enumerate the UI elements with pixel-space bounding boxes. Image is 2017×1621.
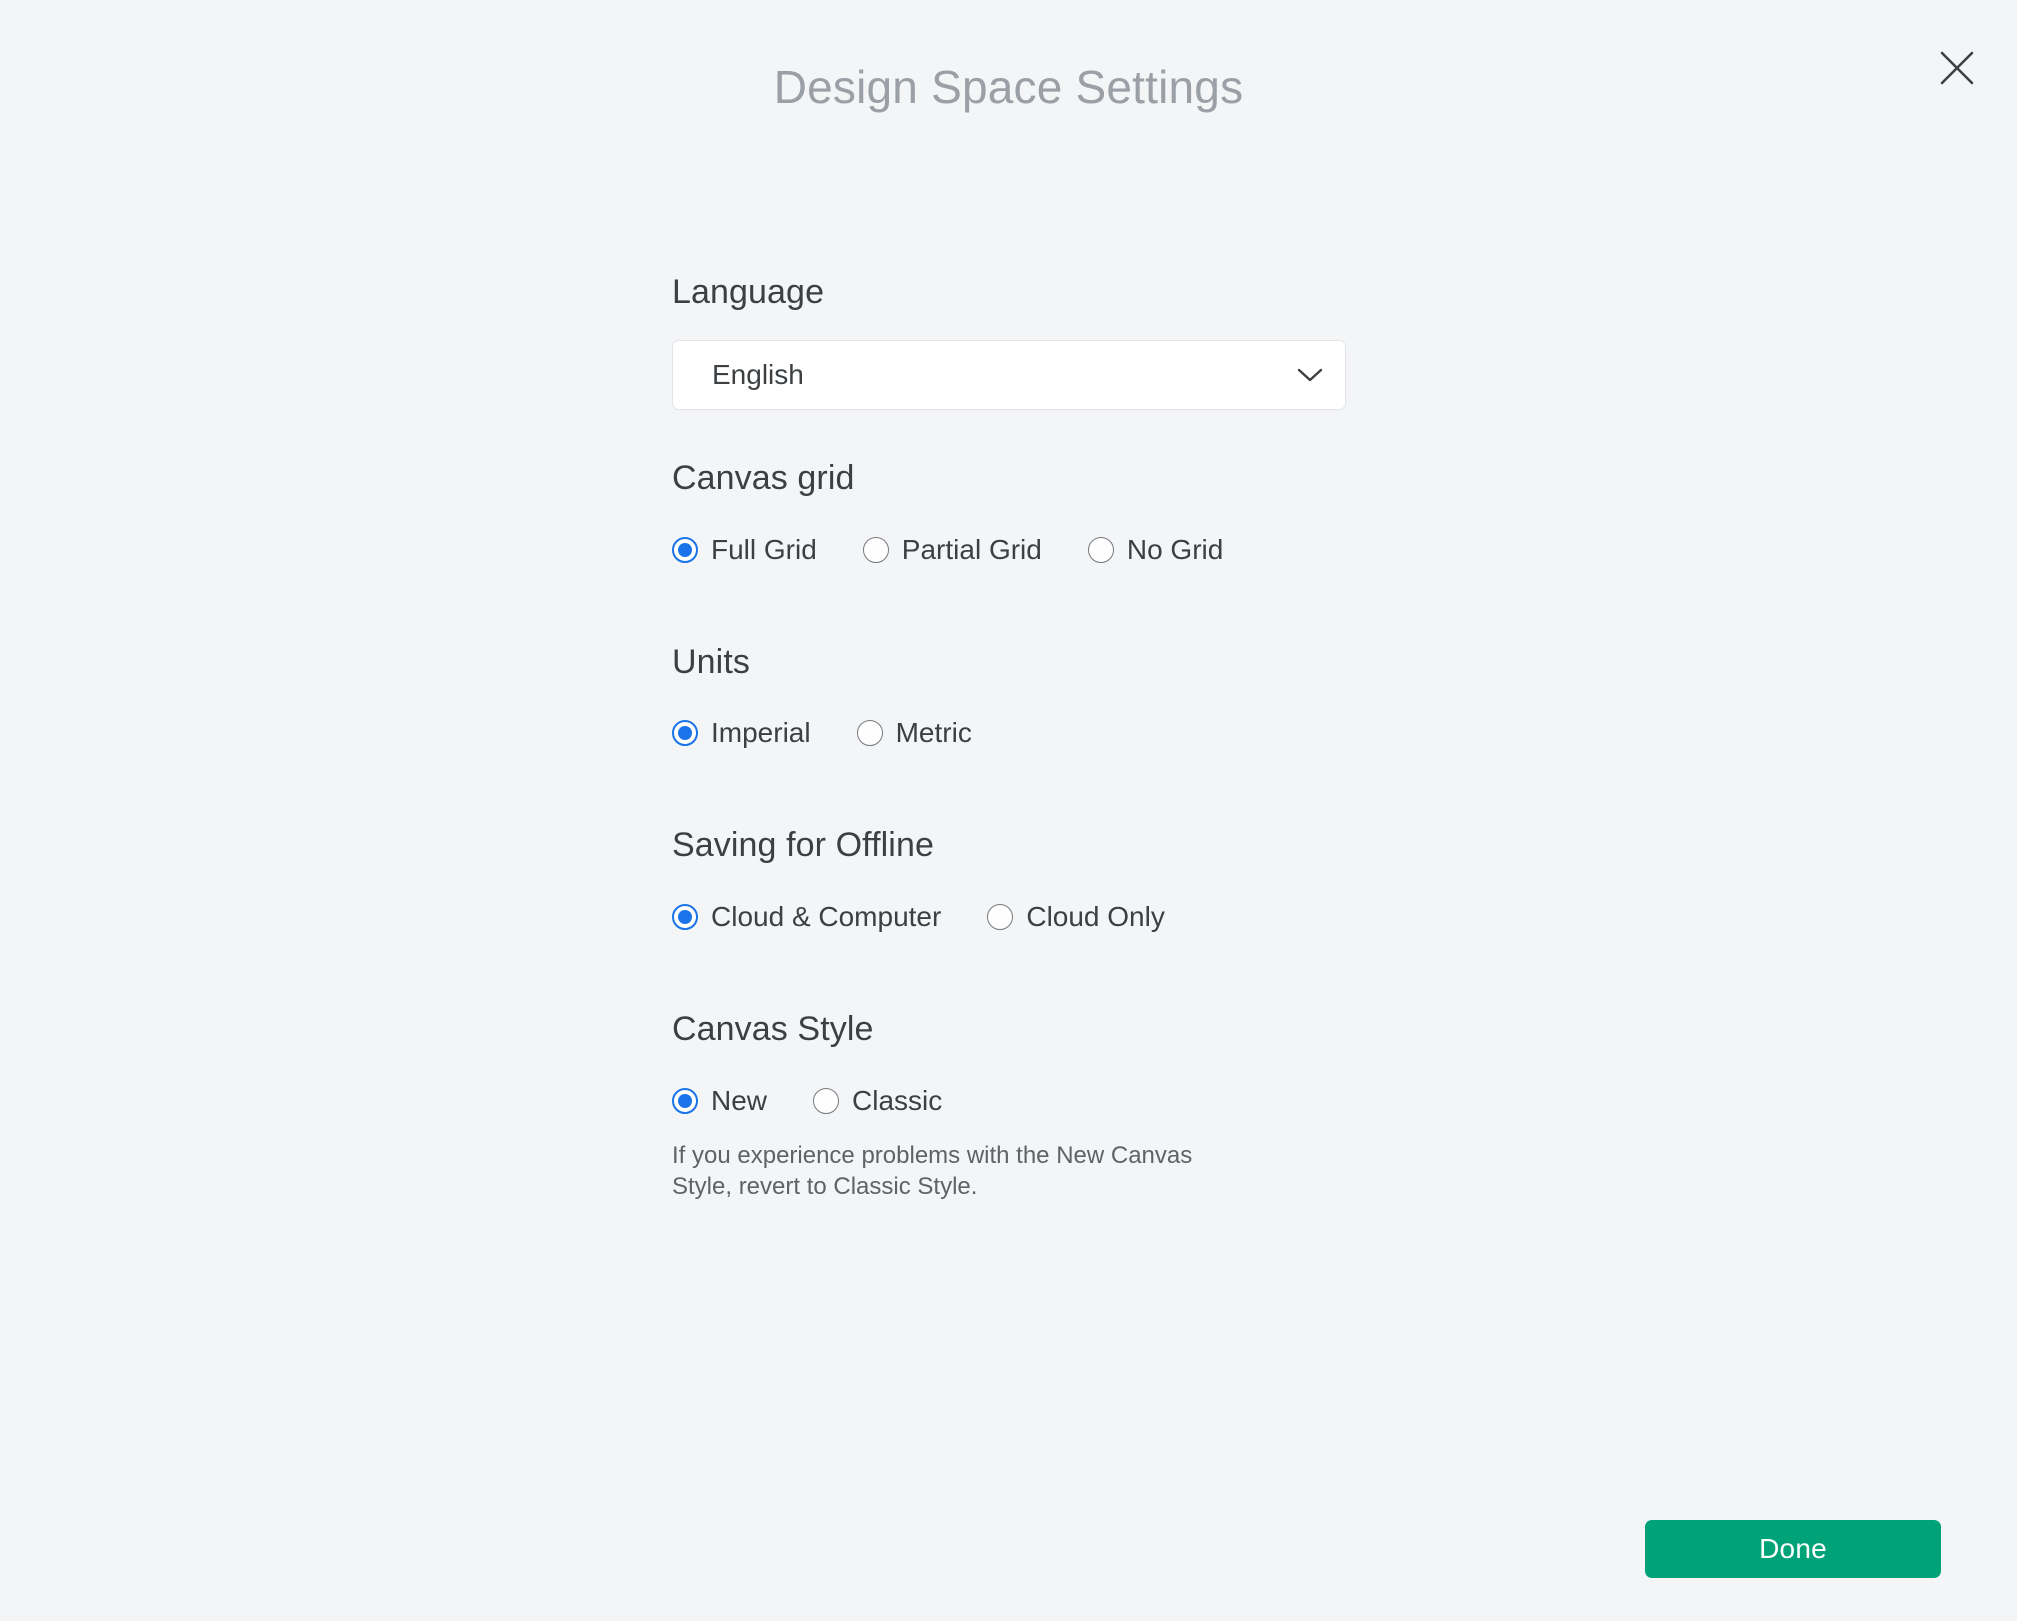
section-saving-for-offline: Saving for Offline Cloud & Computer Clou… (672, 825, 1372, 931)
section-units: Units Imperial Metric (672, 642, 1372, 748)
section-heading-units: Units (672, 642, 1372, 683)
done-button[interactable]: Done (1645, 1520, 1941, 1578)
radio-label: Imperial (711, 719, 811, 747)
page-title: Design Space Settings (0, 60, 2017, 114)
radio-cloud-only[interactable]: Cloud Only (987, 903, 1165, 931)
radio-cloud-and-computer[interactable]: Cloud & Computer (672, 903, 941, 931)
settings-content: Language English Canvas grid (672, 272, 1372, 1202)
radio-indicator (672, 537, 698, 563)
radio-imperial[interactable]: Imperial (672, 719, 811, 747)
radio-label: Metric (896, 719, 972, 747)
design-space-settings-dialog: Design Space Settings Language English C… (0, 0, 2017, 1621)
section-heading-language: Language (672, 272, 1372, 313)
radio-indicator (857, 720, 883, 746)
radio-label: No Grid (1127, 536, 1223, 564)
saving-offline-radio-group: Cloud & Computer Cloud Only (672, 903, 1372, 931)
units-radio-group: Imperial Metric (672, 719, 1372, 747)
radio-classic[interactable]: Classic (813, 1087, 942, 1115)
radio-indicator (813, 1088, 839, 1114)
section-language: Language English (672, 272, 1372, 410)
radio-label: Classic (852, 1087, 942, 1115)
radio-indicator (987, 904, 1013, 930)
section-heading-canvas-style: Canvas Style (672, 1009, 1372, 1050)
radio-metric[interactable]: Metric (857, 719, 972, 747)
canvas-style-helper-text: If you experience problems with the New … (672, 1141, 1202, 1202)
section-heading-saving-for-offline: Saving for Offline (672, 825, 1372, 866)
radio-label: Cloud & Computer (711, 903, 941, 931)
radio-label: Cloud Only (1026, 903, 1165, 931)
radio-full-grid[interactable]: Full Grid (672, 536, 817, 564)
radio-label: Partial Grid (902, 536, 1042, 564)
radio-indicator (863, 537, 889, 563)
section-canvas-style: Canvas Style New Classic If you experien… (672, 1009, 1372, 1202)
radio-new[interactable]: New (672, 1087, 767, 1115)
radio-indicator (1088, 537, 1114, 563)
language-select[interactable]: English (672, 340, 1346, 410)
radio-indicator (672, 904, 698, 930)
canvas-style-radio-group: New Classic (672, 1087, 1372, 1115)
radio-indicator (672, 1088, 698, 1114)
radio-label: Full Grid (711, 536, 817, 564)
canvas-grid-radio-group: Full Grid Partial Grid No Grid (672, 536, 1372, 564)
section-canvas-grid: Canvas grid Full Grid Partial Grid No Gr… (672, 458, 1372, 564)
radio-indicator (672, 720, 698, 746)
radio-partial-grid[interactable]: Partial Grid (863, 536, 1042, 564)
chevron-down-icon (1297, 367, 1323, 383)
radio-no-grid[interactable]: No Grid (1088, 536, 1223, 564)
radio-label: New (711, 1087, 767, 1115)
language-select-value: English (712, 359, 1297, 391)
section-heading-canvas-grid: Canvas grid (672, 458, 1372, 499)
language-select-wrapper: English (672, 340, 1346, 410)
